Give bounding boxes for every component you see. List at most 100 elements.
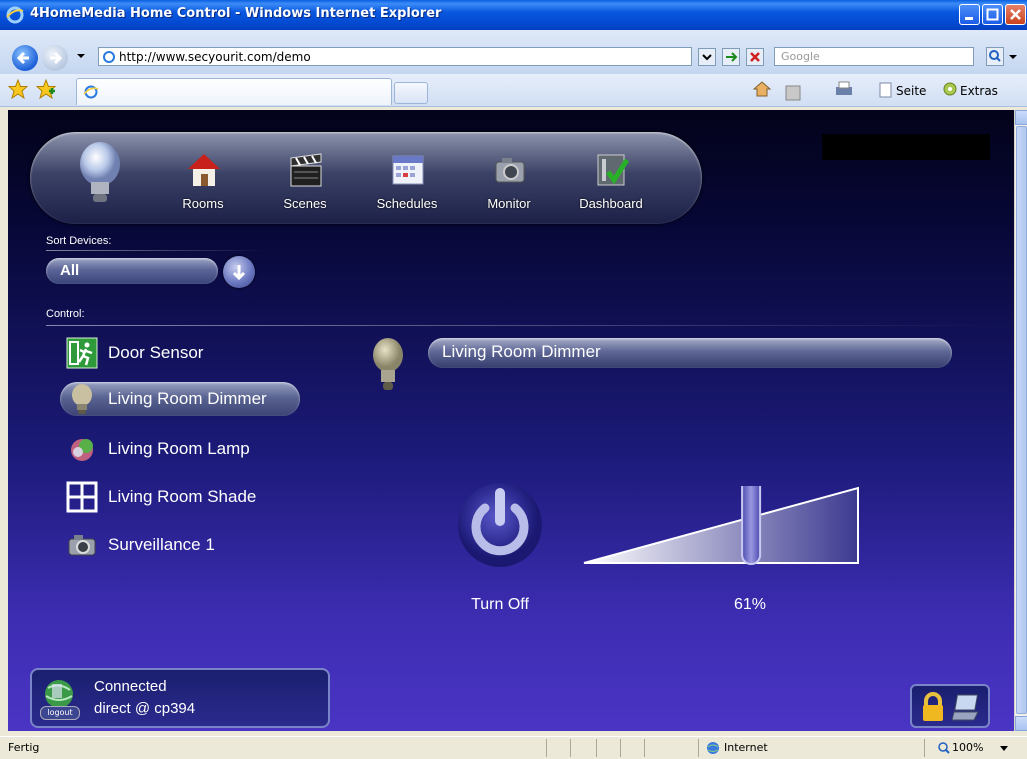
door-sensor-icon [66,337,98,369]
header-patch [822,134,990,160]
nav-schedules-label: Schedules [376,196,438,211]
zoom-level[interactable]: 100% [952,741,983,754]
scroll-thumb[interactable] [1016,126,1027,714]
address-text: http://www.secyourit.com/demo [119,50,311,64]
zoom-dropdown-icon[interactable] [1000,746,1008,752]
minimize-button[interactable] [959,4,980,25]
connection-state: Connected [94,678,167,695]
chevron-down-icon [232,265,246,281]
sort-devices-select[interactable]: All [46,258,218,284]
status-divider [570,739,571,757]
status-divider [596,739,597,757]
nav-devices[interactable] [56,132,146,224]
nav-dashboard[interactable]: Dashboard [568,132,654,224]
status-divider [546,739,547,757]
browser-tab-active[interactable] [76,78,392,105]
device-living-room-lamp[interactable]: Living Room Lamp [60,432,300,466]
page-icon [103,51,115,63]
power-label: Turn Off [471,596,529,613]
device-door-sensor[interactable]: Door Sensor [60,336,280,370]
refresh-icon[interactable] [722,48,740,66]
favorites-star-icon[interactable] [8,79,28,99]
add-favorite-icon[interactable] [36,79,56,99]
page-menu-icon[interactable] [878,82,894,98]
window-title: 4HomeMedia Home Control - Windows Intern… [30,6,442,21]
search-icon[interactable] [986,47,1004,66]
ie-logo-icon [6,6,24,24]
maximize-button[interactable] [982,4,1003,25]
history-dropdown-icon[interactable] [76,52,86,60]
close-button[interactable] [1005,4,1026,25]
internet-zone-icon [707,742,719,754]
status-divider [644,739,645,757]
device-label: Surveillance 1 [108,535,215,554]
nav-rooms[interactable]: Rooms [160,132,246,224]
print-icon[interactable] [834,80,854,98]
tab-page-icon [83,85,99,99]
power-button[interactable] [455,480,545,570]
slider-track [583,486,859,564]
laptop-icon[interactable] [952,692,982,722]
device-label: Door Sensor [108,343,204,362]
status-divider [620,739,621,757]
zoom-icon[interactable] [938,742,950,754]
stop-icon[interactable] [746,48,764,66]
search-dropdown-icon[interactable] [1008,53,1018,61]
sort-dropdown-button[interactable] [223,256,255,288]
camera-icon [68,535,96,556]
search-placeholder: Google [781,50,820,63]
connection-host: direct @ cp394 [94,700,196,717]
selected-device-header: Living Room Dimmer [428,338,952,368]
back-button[interactable] [12,45,38,71]
close-icon [1010,9,1021,20]
nav-scenes-label: Scenes [283,196,327,211]
sort-value: All [60,262,80,279]
device-living-room-dimmer[interactable]: Living Room Dimmer [60,382,300,416]
home-icon[interactable] [752,80,772,98]
status-divider [698,739,699,757]
nav-schedules[interactable]: Schedules [364,132,450,224]
selected-device-name: Living Room Dimmer [442,342,601,361]
tools-menu[interactable]: Extras [960,84,998,98]
control-label: Control: [46,308,85,320]
minimize-icon [965,17,973,20]
back-arrow-icon [16,51,29,65]
dimmer-slider[interactable] [582,486,862,566]
lock-icon[interactable] [920,692,946,722]
nav-rooms-label: Rooms [182,196,224,211]
scroll-up-button[interactable] [1015,110,1027,125]
device-living-room-shade[interactable]: Living Room Shade [60,480,300,514]
nav-dashboard-label: Dashboard [579,196,643,211]
tools-gear-icon[interactable] [942,81,958,97]
clapperboard-icon [290,153,322,187]
status-divider [924,739,925,757]
nav-monitor[interactable]: Monitor [466,132,552,224]
device-surveillance-1[interactable]: Surveillance 1 [60,528,280,562]
page-menu[interactable]: Seite [896,84,926,98]
dimmer-level-label: 61% [733,596,767,613]
maximize-icon [986,8,999,21]
bulb-icon [80,142,120,202]
control-divider [46,325,996,326]
main-navigation: Rooms Scenes Schedules Monitor Dashboard [30,132,702,224]
scroll-down-button[interactable] [1015,716,1027,731]
lamp-icon [71,439,93,461]
forward-button[interactable] [42,45,68,71]
home-control-app: Rooms Scenes Schedules Monitor Dashboard… [8,110,1014,731]
new-tab-button[interactable] [394,82,428,104]
status-text: Fertig [8,741,40,754]
device-label: Living Room Shade [108,487,257,506]
calendar-icon [392,155,424,185]
page-scrollbar[interactable] [1014,110,1027,731]
nav-scenes[interactable]: Scenes [262,132,348,224]
dashboard-icon [597,154,630,186]
address-dropdown-icon[interactable] [698,48,716,66]
search-input[interactable]: Google [774,47,974,66]
address-input[interactable]: http://www.secyourit.com/demo [98,47,692,66]
logout-button[interactable]: logout [40,706,80,720]
camera-icon [495,158,525,183]
house-icon [188,154,220,186]
lock-panel[interactable] [910,684,990,728]
feeds-icon[interactable] [784,84,804,102]
slider-handle[interactable] [741,486,762,565]
